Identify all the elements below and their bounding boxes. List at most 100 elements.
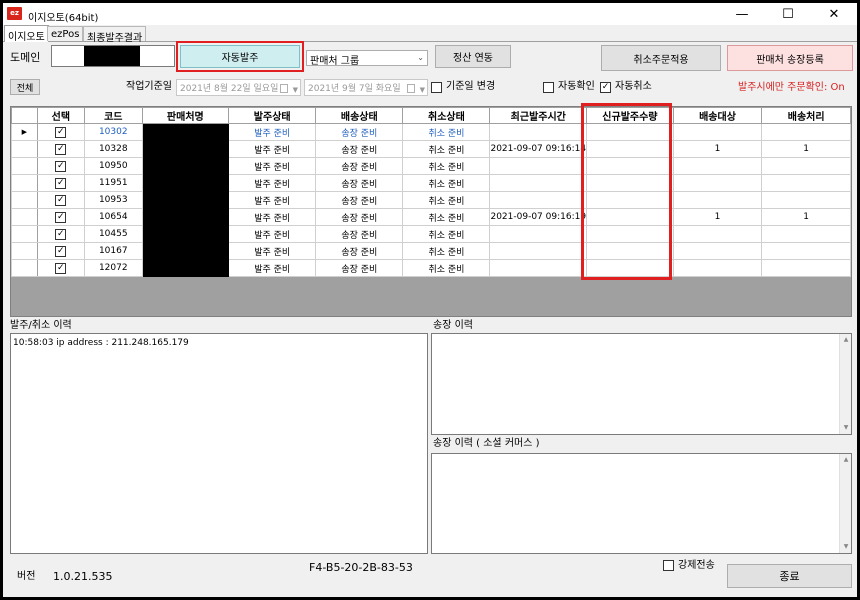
table-row[interactable]: ✓ 10950 발주 준비 송장 준비 취소 준비 [11,157,851,175]
select-cell[interactable]: ✓ [36,259,86,277]
table-row[interactable]: ✓ 10654 발주 준비 송장 준비 취소 준비 2021-09-07 09:16:19… [11,208,851,226]
row-header[interactable] [11,259,38,277]
delivery-status-cell[interactable]: 송장 준비 [315,242,404,260]
row-header[interactable] [11,242,38,260]
exit-button[interactable]: 종료 [727,564,852,588]
table-row[interactable]: ▶ ✓ 10302 발주 준비 송장 준비 취소 준비 [11,123,851,141]
table-row[interactable]: ✓ 11951 발주 준비 송장 준비 취소 준비 [11,174,851,192]
last-order-time-cell[interactable] [489,191,588,209]
seller-cell-redacted[interactable] [141,140,230,158]
row-header[interactable] [11,208,38,226]
force-send-checkbox[interactable] [663,560,674,571]
last-order-time-cell[interactable] [489,123,588,141]
delivery-status-cell[interactable]: 송장 준비 [315,259,404,277]
row-select-checkbox[interactable]: ✓ [55,143,67,155]
table-row[interactable]: ✓ 10328 발주 준비 송장 준비 취소 준비 2021-09-07 09:16:14… [11,140,851,158]
order-cancel-log[interactable]: 10:58:03 ip address : 211.248.165.179 [10,333,428,554]
order-status-cell[interactable]: 발주 준비 [228,123,317,141]
delivery-done-cell[interactable] [761,259,851,277]
row-select-checkbox[interactable]: ✓ [55,160,67,172]
new-order-qty-cell[interactable] [586,191,674,209]
scroll-down-icon[interactable]: ▼ [840,422,852,434]
row-header[interactable] [11,191,38,209]
date-from-picker[interactable]: 2021년 8월 22일 일요일 ▼ [176,79,301,96]
last-order-time-cell[interactable]: 2021-09-07 09:16:14 [489,140,588,158]
date-to-picker[interactable]: 2021년 9월 7일 화요일 ▼ [304,79,428,96]
close-button[interactable]: ✕ [811,3,857,25]
delivery-target-cell[interactable] [672,157,763,175]
seller-grid[interactable]: 선택 코드 판매처명 발주상태 배송상태 취소상태 최근발주시간 신규발주수량 … [10,106,852,317]
row-select-checkbox[interactable]: ✓ [55,245,67,257]
cancel-status-cell[interactable]: 취소 준비 [402,225,491,243]
settlement-button[interactable]: 정산 연동 [435,45,511,68]
row-select-checkbox[interactable]: ✓ [55,126,67,138]
last-order-time-cell[interactable] [489,225,588,243]
code-cell[interactable]: 10328 [84,140,143,158]
seller-group-select[interactable]: 판매처 그룹 ⌄ [306,50,428,67]
maximize-button[interactable]: ☐ [765,3,811,25]
col-header-delivery-done[interactable]: 배송처리 [761,107,851,124]
col-header-delivery-status[interactable]: 배송상태 [315,107,404,124]
delivery-target-cell[interactable]: 1 [672,208,763,226]
new-order-qty-cell[interactable] [586,140,674,158]
delivery-done-cell[interactable] [761,225,851,243]
new-order-qty-cell[interactable] [586,259,674,277]
new-order-qty-cell[interactable] [586,123,674,141]
col-header-code[interactable]: 코드 [84,107,143,124]
seller-cell-redacted[interactable] [141,191,230,209]
row-header[interactable] [11,157,38,175]
last-order-time-cell[interactable] [489,259,588,277]
delivery-done-cell[interactable]: 1 [761,140,851,158]
invoice-log[interactable]: ▲ ▼ [431,333,852,435]
order-status-cell[interactable]: 발주 준비 [228,191,317,209]
last-order-time-cell[interactable] [489,174,588,192]
row-select-checkbox[interactable]: ✓ [55,211,67,223]
cancel-status-cell[interactable]: 취소 준비 [402,242,491,260]
tab-ezauto[interactable]: 이지오토 [4,25,49,43]
order-status-cell[interactable]: 발주 준비 [228,157,317,175]
delivery-done-cell[interactable]: 1 [761,208,851,226]
auto-order-button[interactable]: 자동발주 [180,45,300,68]
code-cell[interactable]: 10167 [84,242,143,260]
row-select-checkbox[interactable]: ✓ [55,228,67,240]
col-header-seller[interactable]: 판매처명 [141,107,230,124]
new-order-qty-cell[interactable] [586,242,674,260]
new-order-qty-cell[interactable] [586,174,674,192]
delivery-target-cell[interactable]: 1 [672,140,763,158]
select-cell[interactable]: ✓ [36,123,86,141]
delivery-status-cell[interactable]: 송장 준비 [315,191,404,209]
seller-invoice-register-button[interactable]: 판매처 송장등록 [727,45,853,71]
row-select-checkbox[interactable]: ✓ [55,177,67,189]
select-cell[interactable]: ✓ [36,140,86,158]
delivery-status-cell[interactable]: 송장 준비 [315,225,404,243]
cancel-status-cell[interactable]: 취소 준비 [402,174,491,192]
row-header[interactable] [11,225,38,243]
all-button[interactable]: 전체 [10,79,40,95]
delivery-done-cell[interactable] [761,242,851,260]
order-status-cell[interactable]: 발주 준비 [228,259,317,277]
tab-final-order-result[interactable]: 최종발주결과 [83,26,147,44]
delivery-done-cell[interactable] [761,191,851,209]
cancel-status-cell[interactable]: 취소 준비 [402,157,491,175]
tab-ezpos[interactable]: ezPos [47,26,84,41]
row-header[interactable] [11,140,38,158]
delivery-target-cell[interactable] [672,242,763,260]
order-status-cell[interactable]: 발주 준비 [228,225,317,243]
delivery-target-cell[interactable] [672,123,763,141]
col-header-cancel-status[interactable]: 취소상태 [402,107,491,124]
auto-cancel-checkbox[interactable]: ✓ [600,82,611,93]
select-cell[interactable]: ✓ [36,157,86,175]
delivery-done-cell[interactable] [761,157,851,175]
seller-cell-redacted[interactable] [141,242,230,260]
row-select-checkbox[interactable]: ✓ [55,194,67,206]
col-header-new-order-qty[interactable]: 신규발주수량 [586,107,674,124]
delivery-target-cell[interactable] [672,191,763,209]
cancel-status-cell[interactable]: 취소 준비 [402,123,491,141]
delivery-done-cell[interactable] [761,123,851,141]
cancel-order-apply-button[interactable]: 취소주문적용 [601,45,721,71]
new-order-qty-cell[interactable] [586,208,674,226]
auto-confirm-checkbox[interactable] [543,82,554,93]
row-select-checkbox[interactable]: ✓ [55,262,67,274]
table-row[interactable]: ✓ 10953 발주 준비 송장 준비 취소 준비 [11,191,851,209]
row-header[interactable] [11,174,38,192]
